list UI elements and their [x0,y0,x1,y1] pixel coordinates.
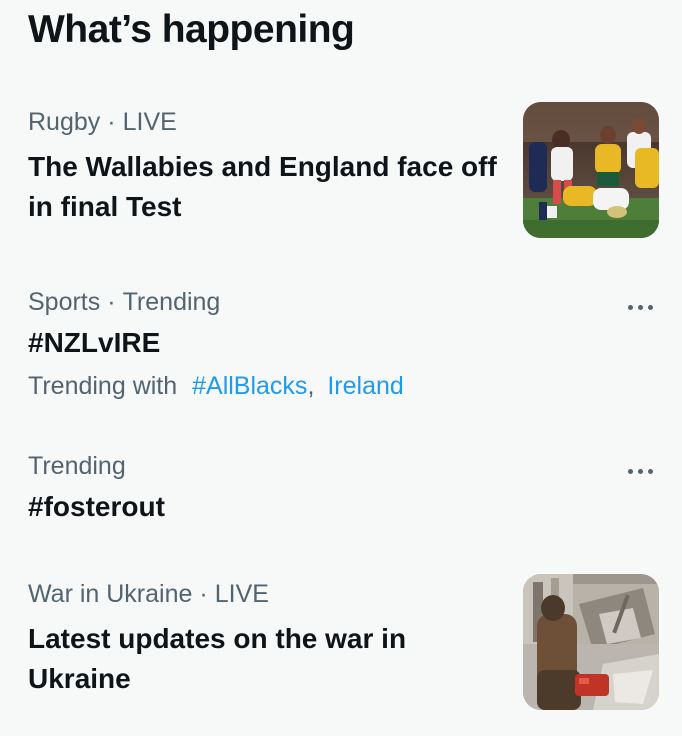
trend-status: LIVE [214,580,269,608]
trend-headline: #NZLvIRE [28,327,161,358]
more-dot [647,468,653,474]
more-dot [627,468,633,474]
trend-meta: Sports · Trending [28,287,220,317]
rugby-match-photo-icon [523,102,659,238]
trend-meta: Trending [28,451,126,481]
meta-separator: · [107,288,116,316]
trending-with: Trending with #AllBlacks, Ireland [28,371,404,401]
related-link-ireland[interactable]: Ireland [327,372,403,400]
trend-headline: The Wallabies and England face off in fi… [28,151,497,222]
more-dot [627,304,633,310]
trend-headline: #fosterout [28,491,165,522]
related-separator: , [307,372,315,400]
trend-headline: Latest updates on the war in Ukraine [28,623,407,694]
trend-category: War in Ukraine [28,580,193,608]
trend-category: Sports [28,288,101,316]
trend-item-fosterout[interactable]: Trending #fosterout [0,444,682,544]
trend-status: LIVE [122,108,177,136]
more-options-button[interactable] [620,295,660,319]
trending-with-label: Trending with [28,372,178,400]
trend-item-ukraine[interactable]: War in Ukraine · LIVE Latest updates on th… [0,572,682,722]
trend-meta: War in Ukraine · LIVE [28,579,269,609]
trend-thumbnail[interactable] [523,102,659,238]
trend-thumbnail[interactable] [523,574,659,710]
more-dot [637,304,643,310]
trend-status: Trending [122,288,221,316]
more-options-button[interactable] [620,459,660,483]
panel-title: What’s happening [28,8,355,51]
whats-happening-panel: What’s happening Rugby · LIVE The Wallabie… [0,0,682,736]
meta-separator: · [107,108,116,136]
more-dot [637,468,643,474]
related-link-allblacks[interactable]: #AllBlacks [192,372,307,400]
trend-category: Rugby [28,108,101,136]
meta-separator: · [199,580,208,608]
war-ukraine-photo-icon [523,574,659,710]
more-dot [647,304,653,310]
trend-item-rugby[interactable]: Rugby · LIVE The Wallabies and England fac… [0,100,682,260]
trend-category: Trending [28,452,126,480]
trend-meta: Rugby · LIVE [28,107,177,137]
trend-item-nzlvire[interactable]: Sports · Trending #NZLvIRE Trending with #… [0,280,682,420]
